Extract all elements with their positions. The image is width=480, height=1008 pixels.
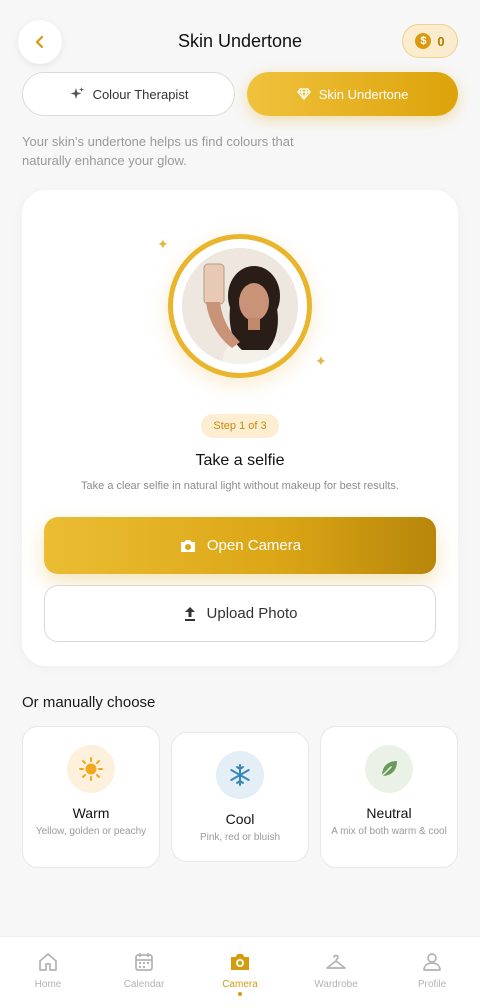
coin-balance-badge[interactable]: $ 0 xyxy=(402,24,458,58)
nav-camera[interactable]: Camera xyxy=(192,937,288,1008)
header: Skin Undertone $ 0 xyxy=(0,18,480,66)
upload-photo-button[interactable]: Upload Photo xyxy=(44,585,436,642)
undertone-option-neutral[interactable]: Neutral A mix of both warm & cool xyxy=(320,726,458,868)
snowflake-icon xyxy=(216,751,264,799)
tab-label: Skin Undertone xyxy=(318,86,409,102)
intro-text: Your skin's undertone helps us find colo… xyxy=(22,134,294,168)
upload-photo-label: Upload Photo xyxy=(206,605,298,622)
tab-colour-therapist[interactable]: Colour Therapist xyxy=(22,72,235,116)
step-badge: Step 1 of 3 xyxy=(201,414,279,438)
nav-wardrobe[interactable]: Wardrobe xyxy=(288,937,384,1008)
nav-label: Wardrobe xyxy=(314,979,358,990)
nav-home[interactable]: Home xyxy=(0,937,96,1008)
nav-label: Calendar xyxy=(123,979,165,990)
nav-profile[interactable]: Profile xyxy=(384,937,480,1008)
undertone-name: Warm xyxy=(72,805,110,821)
camera-icon xyxy=(231,954,249,970)
coin-count: 0 xyxy=(437,33,445,49)
calendar-icon xyxy=(135,953,153,971)
selfie-illustration xyxy=(182,248,298,364)
undertone-description: Pink, red or bluish xyxy=(199,832,281,843)
undertone-option-warm[interactable]: Warm Yellow, golden or peachy xyxy=(22,726,160,868)
active-indicator-dot xyxy=(238,992,242,996)
nav-label: Profile xyxy=(417,979,447,990)
undertone-name: Neutral xyxy=(366,805,412,821)
undertone-name: Cool xyxy=(225,811,255,827)
sparkles-icon xyxy=(70,87,84,99)
camera-icon xyxy=(180,539,195,552)
home-icon xyxy=(39,953,57,971)
undertone-description: A mix of both warm & cool xyxy=(331,826,447,837)
sparkle-icon: ✦ xyxy=(315,353,327,369)
open-camera-label: Open Camera xyxy=(206,537,302,554)
diamond-icon xyxy=(297,88,311,100)
leaf-icon xyxy=(365,745,413,793)
tab-label: Colour Therapist xyxy=(92,86,189,102)
bottom-navigation: Home Calendar Camera Wardrobe Profile xyxy=(0,936,480,1008)
selfie-card: ✦ ✦ ✦ Step 1 of 3 Take a selfie Take a c… xyxy=(22,190,458,666)
undertone-description: Yellow, golden or peachy xyxy=(35,826,147,837)
open-camera-button[interactable]: Open Camera xyxy=(44,517,436,574)
tab-skin-undertone[interactable]: Skin Undertone xyxy=(247,72,458,116)
nav-label: Home xyxy=(34,979,62,990)
coin-icon: $ xyxy=(415,33,432,49)
hanger-icon xyxy=(326,954,346,969)
sun-icon xyxy=(67,745,115,793)
selfie-title: Take a selfie xyxy=(195,452,285,469)
selfie-description: Take a clear selfie in natural light wit… xyxy=(81,480,399,492)
profile-icon xyxy=(423,953,441,971)
manual-section-title: Or manually choose xyxy=(22,694,156,711)
selfie-avatar-ring xyxy=(168,234,312,378)
upload-icon xyxy=(184,606,195,621)
undertone-option-cool[interactable]: Cool Pink, red or bluish xyxy=(171,732,309,862)
mode-tabs: Colour Therapist Skin Undertone xyxy=(22,72,458,116)
sparkle-icon: ✦ xyxy=(157,236,169,252)
nav-label: Camera xyxy=(222,979,258,990)
nav-calendar[interactable]: Calendar xyxy=(96,937,192,1008)
